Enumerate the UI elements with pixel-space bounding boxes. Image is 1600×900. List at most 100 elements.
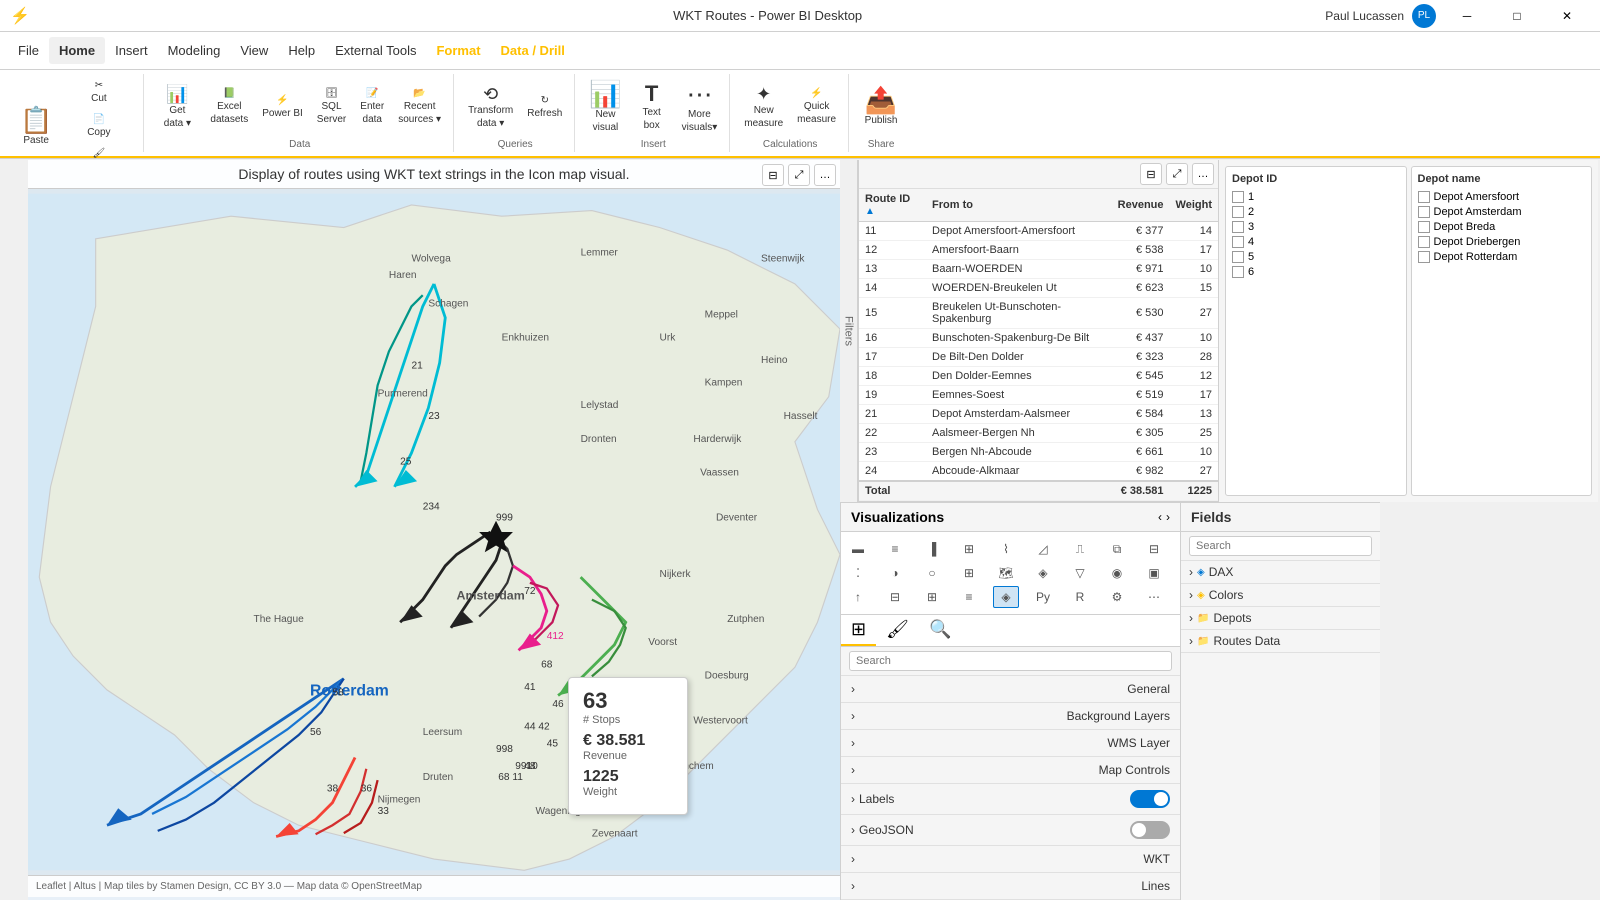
filter-depot-name-item[interactable]: Depot Breda (1418, 221, 1586, 233)
menu-insert[interactable]: Insert (105, 37, 158, 64)
cut-button[interactable]: ✂ Cut (60, 76, 137, 108)
col-from-to[interactable]: From to (926, 189, 1112, 222)
filters-sidebar-label[interactable]: Filters (840, 160, 858, 502)
col-weight[interactable]: Weight (1170, 189, 1218, 222)
choropleth-icon[interactable]: ◈ (1030, 562, 1056, 584)
sql-button[interactable]: 🗄 SQL Server (311, 84, 352, 129)
scatter-icon[interactable]: ⁚ (845, 562, 871, 584)
stacked-col-icon[interactable]: ⊞ (956, 538, 982, 560)
table-row[interactable]: 19 Eemnes-Soest € 519 17 (859, 386, 1218, 405)
table-icon[interactable]: ⊟ (882, 586, 908, 608)
menu-format[interactable]: Format (426, 37, 490, 64)
funnel-icon[interactable]: ▽ (1067, 562, 1093, 584)
paste-button[interactable]: 📋 Paste (14, 103, 58, 150)
filter-checkbox[interactable] (1232, 206, 1244, 218)
filter-name-checkbox[interactable] (1418, 221, 1430, 233)
donut-icon[interactable]: ○ (919, 562, 945, 584)
table-row[interactable]: 24 Abcoude-Alkmaar € 982 27 (859, 462, 1218, 482)
enter-data-button[interactable]: 📝 Enter data (354, 84, 390, 129)
filter-name-checkbox[interactable] (1418, 191, 1430, 203)
filter-checkbox[interactable] (1232, 266, 1244, 278)
close-button[interactable]: ✕ (1544, 0, 1590, 32)
treemap-icon[interactable]: ⊞ (956, 562, 982, 584)
filter-name-checkbox[interactable] (1418, 251, 1430, 263)
copy-button[interactable]: 📄 Copy (60, 110, 137, 142)
labels-toggle[interactable] (1130, 790, 1170, 808)
text-box-button[interactable]: T Text box (630, 79, 674, 135)
new-measure-button[interactable]: ✦ New measure (738, 81, 789, 133)
area-chart-icon[interactable]: ◿ (1030, 538, 1056, 560)
minimize-button[interactable]: ─ (1444, 0, 1490, 32)
line-chart-icon[interactable]: ⌇ (993, 538, 1019, 560)
build-tab[interactable]: ⊞ (841, 615, 876, 646)
filter-checkbox[interactable] (1232, 191, 1244, 203)
filter-depot-name-item[interactable]: Depot Rotterdam (1418, 251, 1586, 263)
bar-chart-icon[interactable]: ▬ (845, 538, 871, 560)
quick-measure-button[interactable]: ⚡ Quick measure (791, 84, 842, 129)
format-tab[interactable]: 🖌 (876, 615, 919, 646)
table-row[interactable]: 17 De Bilt-Den Dolder € 323 28 (859, 348, 1218, 367)
kpi-icon[interactable]: ↑ (845, 586, 871, 608)
filter-depot-id-item[interactable]: 3 (1232, 221, 1400, 233)
table-row[interactable]: 16 Bunschoten-Spakenburg-De Bilt € 437 1… (859, 329, 1218, 348)
new-visual-button[interactable]: 📊 New visual (583, 77, 627, 137)
table-row[interactable]: 13 Baarn-WOERDEN € 971 10 (859, 260, 1218, 279)
filter-icon[interactable]: ⊟ (762, 164, 784, 186)
filter-depot-id-item[interactable]: 6 (1232, 266, 1400, 278)
menu-home[interactable]: Home (49, 37, 105, 64)
menu-modeling[interactable]: Modeling (158, 37, 231, 64)
custom1-icon[interactable]: Py (1030, 586, 1056, 608)
viz-forward-btn[interactable]: › (1166, 510, 1170, 524)
more-options-btn[interactable]: … (814, 164, 836, 186)
shape-icon[interactable]: ◈ (993, 586, 1019, 608)
table-row[interactable]: 22 Aalsmeer-Bergen Nh € 305 25 (859, 424, 1218, 443)
filter-checkbox[interactable] (1232, 236, 1244, 248)
custom2-icon[interactable]: R (1067, 586, 1093, 608)
card-icon[interactable]: ▣ (1141, 562, 1167, 584)
table-focus-btn[interactable]: ⤢ (1166, 163, 1188, 185)
col-route-id[interactable]: Route ID ▲ (859, 189, 926, 222)
menu-view[interactable]: View (230, 37, 278, 64)
transform-button[interactable]: ⟲ Transform data ▾ (462, 81, 519, 133)
menu-data-drill[interactable]: Data / Drill (491, 37, 575, 64)
geojson-toggle[interactable] (1130, 821, 1170, 839)
filter-checkbox[interactable] (1232, 221, 1244, 233)
window-controls[interactable]: ─ □ ✕ (1444, 0, 1590, 32)
recent-sources-button[interactable]: 📂 Recent sources ▾ (392, 84, 447, 129)
analytics-tab[interactable]: 🔍 (919, 615, 961, 646)
filter-depot-id-item[interactable]: 5 (1232, 251, 1400, 263)
menu-file[interactable]: File (8, 37, 49, 64)
map-icon[interactable]: 🗺 (993, 562, 1019, 584)
excel-button[interactable]: 📗 Excel datasets (204, 84, 254, 129)
fields-search-input[interactable] (1189, 536, 1372, 556)
table-row[interactable]: 12 Amersfoort-Baarn € 538 17 (859, 241, 1218, 260)
filter-depot-id-item[interactable]: 1 (1232, 191, 1400, 203)
filter-checkbox[interactable] (1232, 251, 1244, 263)
filter-name-checkbox[interactable] (1418, 206, 1430, 218)
slicer-icon[interactable]: ≡ (956, 586, 982, 608)
table-filter-icon[interactable]: ⊟ (1140, 163, 1162, 185)
filter-depot-name-item[interactable]: Depot Amsterdam (1418, 206, 1586, 218)
viz-back-btn[interactable]: ‹ (1158, 510, 1162, 524)
more-visuals-button[interactable]: ⋯ More visuals▾ (676, 77, 724, 137)
table-row[interactable]: 14 WOERDEN-Breukelen Ut € 623 15 (859, 279, 1218, 298)
stacked-bar-icon[interactable]: ≡ (882, 538, 908, 560)
sort-route-id[interactable]: ▲ (865, 206, 875, 217)
filter-name-checkbox[interactable] (1418, 236, 1430, 248)
waterfall-icon[interactable]: ⊟ (1141, 538, 1167, 560)
table-more-btn[interactable]: … (1192, 163, 1214, 185)
table-row[interactable]: 21 Depot Amsterdam-Aalsmeer € 584 13 (859, 405, 1218, 424)
custom3-icon[interactable]: ⚙ (1104, 586, 1130, 608)
get-data-button[interactable]: 📊 Get data ▾ (152, 81, 202, 133)
viz-search-input[interactable] (849, 651, 1172, 671)
pie-icon[interactable]: ◑ (882, 562, 908, 584)
gauge-icon[interactable]: ◉ (1104, 562, 1130, 584)
matrix-icon[interactable]: ⊞ (919, 586, 945, 608)
ribbon-chart-icon[interactable]: ⧉ (1104, 538, 1130, 560)
powerbi-button[interactable]: ⚡ Power BI (256, 91, 309, 123)
refresh-button[interactable]: ↻ Refresh (521, 91, 568, 123)
table-row[interactable]: 15 Breukelen Ut-Bunschoten-Spakenburg € … (859, 298, 1218, 329)
map-controls[interactable]: ⊟ ⤢ … (762, 164, 836, 186)
custom4-icon[interactable]: ⋯ (1141, 586, 1167, 608)
table-row[interactable]: 23 Bergen Nh-Abcoude € 661 10 (859, 443, 1218, 462)
